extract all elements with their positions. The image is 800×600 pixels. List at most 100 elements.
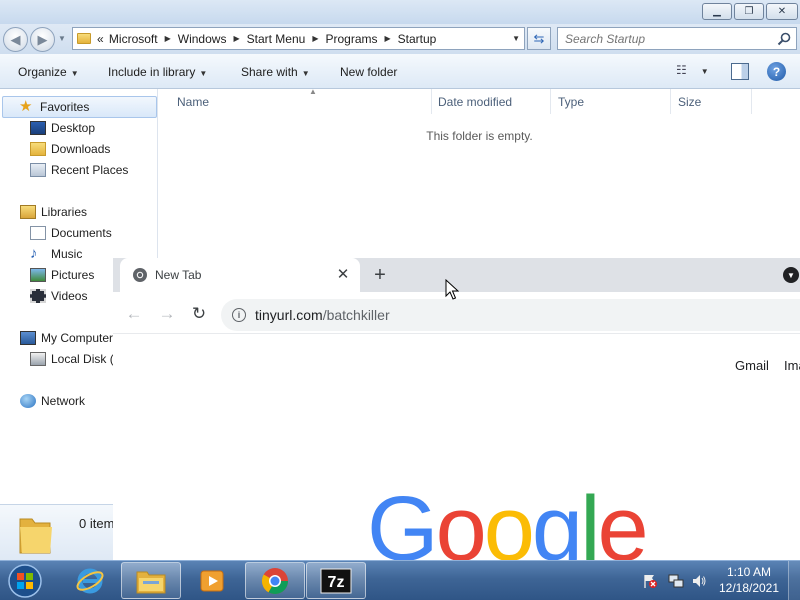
star-icon: ★ (19, 98, 33, 115)
organize-menu[interactable]: Organize ▼ (18, 65, 79, 79)
volume-icon[interactable] (691, 573, 707, 589)
folder-icon (19, 518, 52, 554)
omnibox[interactable]: i tinyurl.com/batchkiller (221, 299, 800, 331)
chrome-icon (261, 567, 289, 594)
share-with-label: Share with (241, 65, 298, 79)
breadcrumb-separator-icon[interactable]: ▶ (384, 34, 390, 43)
images-link[interactable]: Ima (784, 358, 800, 373)
network-icon[interactable] (668, 573, 684, 589)
search-icon[interactable] (776, 31, 792, 47)
breadcrumb-item[interactable]: Windows (178, 32, 227, 46)
breadcrumb-item[interactable]: Microsoft (109, 32, 158, 46)
chevron-down-icon: ▼ (70, 69, 79, 78)
include-in-library-label: Include in library (108, 65, 196, 79)
search-box[interactable] (557, 27, 797, 50)
taskbar-internet-explorer[interactable] (60, 562, 120, 599)
chrome-icon (133, 268, 147, 282)
include-in-library-menu[interactable]: Include in library ▼ (108, 65, 207, 79)
item-count: 0 item (79, 516, 115, 531)
nav-favorites[interactable]: ★ Favorites (2, 96, 157, 118)
organize-label: Organize (18, 65, 67, 79)
google-logo: Google (367, 483, 649, 560)
nav-libraries[interactable]: Libraries (20, 205, 87, 219)
back-button[interactable]: ◀ (3, 27, 28, 52)
browser-forward-button[interactable]: → (156, 303, 178, 325)
mouse-cursor-icon (445, 279, 459, 300)
share-with-menu[interactable]: Share with ▼ (241, 65, 310, 79)
taskbar-chrome[interactable] (245, 562, 305, 599)
nav-pictures[interactable]: Pictures (30, 268, 94, 282)
change-view-button[interactable]: ☷ ▼ (676, 63, 716, 81)
address-bar[interactable]: « Microsoft ▶ Windows ▶ Start Menu ▶ Pro… (72, 27, 525, 50)
help-button[interactable]: ? (767, 62, 786, 81)
breadcrumb-separator-icon[interactable]: ▶ (233, 34, 239, 43)
new-tab-button[interactable]: + (369, 264, 391, 286)
tab-new-tab[interactable]: New Tab ✕ (120, 258, 360, 292)
help-icon: ? (772, 64, 781, 79)
nav-downloads[interactable]: Downloads (30, 142, 110, 156)
clock-time: 1:10 AM (726, 565, 772, 579)
breadcrumb-item[interactable]: Programs (325, 32, 377, 46)
minimize-button[interactable]: ▁ (702, 3, 732, 20)
logo-letter: l (580, 478, 601, 560)
chevron-down-icon: ▼ (301, 69, 310, 78)
nav-label: Local Disk ( (51, 352, 114, 366)
gmail-link[interactable]: Gmail (735, 358, 769, 373)
forward-button[interactable]: ▶ (30, 27, 55, 52)
nav-videos[interactable]: Videos (30, 289, 87, 303)
taskbar-media-player[interactable] (182, 562, 242, 599)
breadcrumb-separator-icon[interactable]: ▶ (165, 34, 171, 43)
nav-computer[interactable]: My Computer (20, 331, 113, 345)
nav-label: Desktop (51, 121, 96, 135)
nav-desktop[interactable]: Desktop (30, 121, 95, 135)
command-bar: Organize ▼ Include in library ▼ Share with… (0, 54, 800, 89)
browser-back-button[interactable]: ← (123, 303, 145, 325)
breadcrumb-overflow[interactable]: « (97, 32, 104, 46)
explorer-titlebar[interactable]: ▁ ❐ ✕ (0, 0, 800, 24)
forward-arrow-icon: → (158, 304, 176, 323)
column-header-type[interactable]: Type (552, 89, 671, 114)
column-header-name[interactable]: Name ▲ (171, 87, 432, 114)
nav-recent-places[interactable]: Recent Places (30, 163, 128, 177)
nav-documents[interactable]: Documents (30, 226, 112, 240)
search-input[interactable] (558, 28, 768, 49)
address-dropdown-icon[interactable]: ▼ (512, 34, 520, 43)
logo-letter: o (435, 478, 487, 560)
taskbar-7zip[interactable]: 7z (306, 562, 366, 599)
videos-filmstrip-icon (30, 289, 46, 303)
preview-pane-button[interactable] (731, 63, 749, 80)
show-desktop-button[interactable] (788, 561, 800, 600)
breadcrumb-item[interactable]: Startup (398, 32, 437, 46)
recent-pages-dropdown-icon[interactable]: ▼ (58, 34, 66, 43)
maximize-button[interactable]: ❐ (734, 3, 764, 20)
nav-label: Libraries (41, 205, 88, 219)
libraries-icon (20, 205, 36, 219)
reload-button[interactable]: ↻ (188, 303, 210, 325)
taskbar-windows-explorer[interactable] (121, 562, 181, 599)
chrome-window: New Tab ✕ + ▼ ← → ↻ i tinyurl.com/batchk… (113, 258, 800, 560)
column-header-date-modified[interactable]: Date modified (432, 89, 551, 114)
nav-music[interactable]: ♪ Music (30, 246, 82, 261)
documents-icon (30, 226, 46, 240)
forward-arrow-icon: ▶ (37, 31, 48, 47)
tab-search-button[interactable]: ▼ (783, 267, 799, 283)
refresh-button[interactable]: ⇆ (527, 27, 551, 50)
url-text[interactable]: tinyurl.com/batchkiller (255, 307, 390, 323)
action-center-flag-icon[interactable] (642, 573, 658, 589)
nav-local-disk[interactable]: Local Disk ( (30, 352, 114, 366)
site-info-icon[interactable]: i (232, 308, 246, 322)
start-button[interactable] (6, 563, 44, 599)
folder-icon (77, 33, 91, 44)
chevron-down-icon: ▼ (199, 69, 208, 78)
nav-network[interactable]: Network (20, 394, 85, 408)
system-clock[interactable]: 1:10 AM 12/18/2021 (718, 564, 780, 596)
column-header-size[interactable]: Size (672, 89, 752, 114)
address-row: ◀ ▶ ▼ « Microsoft ▶ Windows ▶ Start Menu… (0, 24, 800, 54)
breadcrumb-item[interactable]: Start Menu (247, 32, 306, 46)
tab-close-button[interactable]: ✕ (334, 265, 352, 283)
breadcrumb-separator-icon[interactable]: ▶ (312, 34, 318, 43)
close-icon: ✕ (777, 6, 787, 17)
close-icon: ✕ (336, 266, 350, 283)
close-button[interactable]: ✕ (766, 3, 798, 20)
new-folder-button[interactable]: New folder (340, 65, 397, 79)
